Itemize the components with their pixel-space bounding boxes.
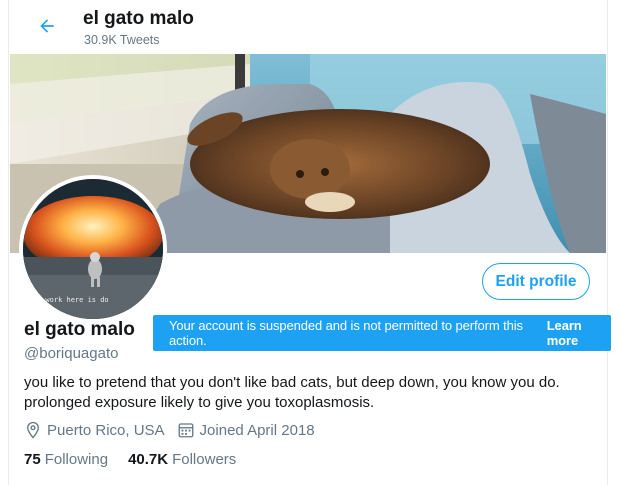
bio-line-1: you like to pretend that you don't like … — [24, 374, 560, 391]
following-link[interactable]: 75 Following — [24, 451, 108, 468]
avatar-caption: y work here is do — [37, 296, 109, 304]
profile-name: el gato malo — [24, 319, 135, 340]
bio-line-2: prolonged exposure likely to give you to… — [24, 394, 375, 411]
location-pin-icon — [27, 421, 39, 439]
back-button[interactable] — [29, 11, 65, 41]
profile-bio: you like to pretend that you don't like … — [24, 373, 599, 413]
location: Puerto Rico, USA — [24, 421, 165, 439]
join-date-text: Joined April 2018 — [199, 421, 315, 439]
avatar[interactable]: y work here is do — [19, 175, 167, 323]
following-count: 75 — [24, 451, 41, 468]
followers-link[interactable]: 40.7K Followers — [128, 451, 236, 468]
edit-profile-button[interactable]: Edit profile — [482, 263, 590, 300]
followers-label: Followers — [172, 451, 237, 468]
followers-count: 40.7K — [128, 451, 169, 468]
following-label: Following — [44, 451, 109, 468]
toast-message: Your account is suspended and is not per… — [169, 318, 523, 348]
tweet-count: 30.9K Tweets — [84, 33, 160, 47]
profile-handle: @boriquagato — [24, 345, 119, 362]
learn-more-link[interactable]: Learn more — [547, 318, 611, 348]
calendar-icon — [178, 423, 193, 438]
suspension-toast: Your account is suspended and is not per… — [153, 315, 611, 351]
header-title: el gato malo — [83, 8, 194, 29]
join-date: Joined April 2018 — [177, 421, 315, 439]
profile-meta: Puerto Rico, USA Joined April 2018 — [24, 421, 327, 439]
back-arrow-icon — [40, 19, 54, 33]
location-text: Puerto Rico, USA — [47, 421, 165, 439]
profile-column: el gato malo 30.9K Tweets y work here is… — [8, 0, 608, 485]
follow-stats: 75 Following 40.7K Followers — [24, 451, 256, 468]
